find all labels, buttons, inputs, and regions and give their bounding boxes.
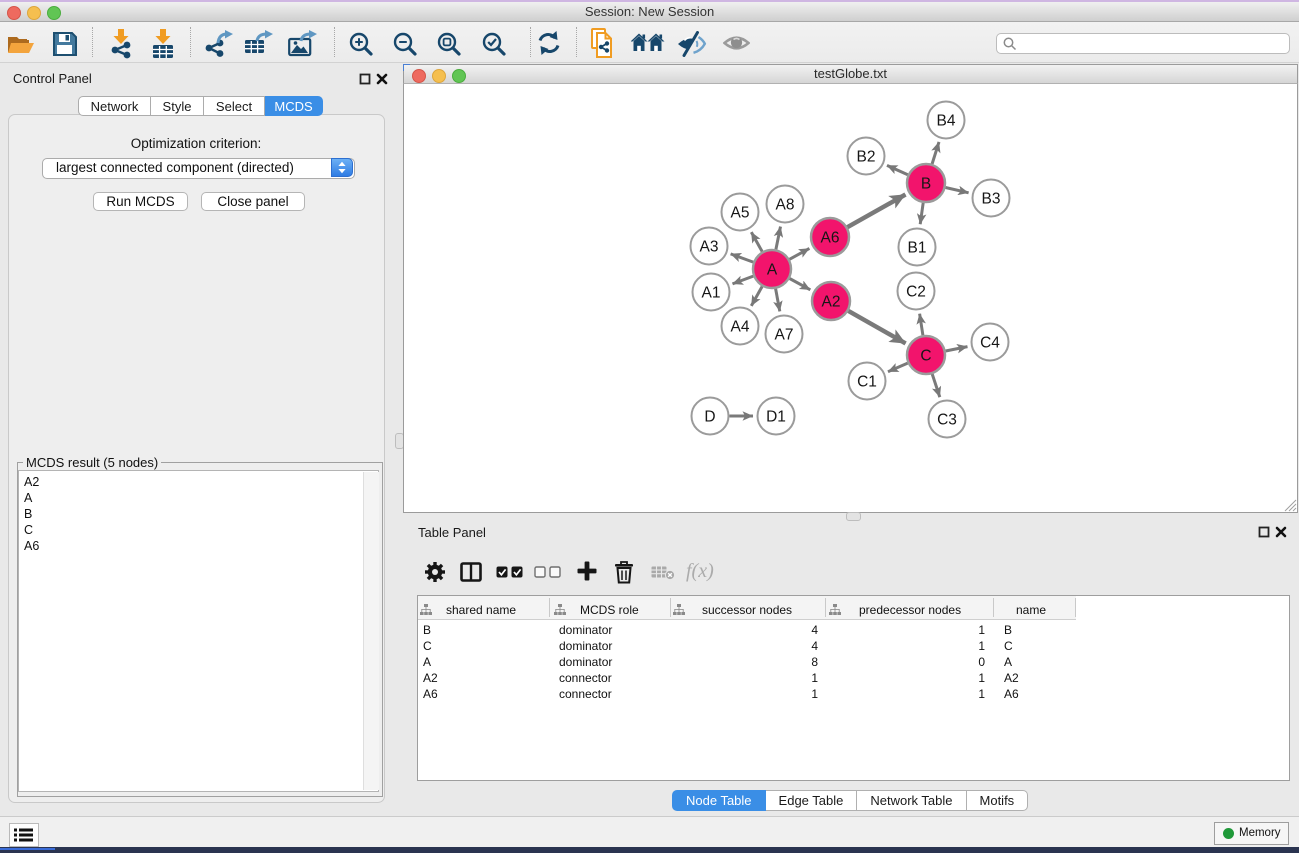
svg-text:C3: C3 [937, 412, 957, 429]
svg-text:C2: C2 [906, 284, 926, 301]
svg-text:A6: A6 [821, 230, 840, 247]
svg-text:C1: C1 [857, 374, 877, 391]
svg-text:A1: A1 [702, 285, 721, 302]
svg-text:B: B [921, 176, 931, 193]
svg-text:A4: A4 [731, 319, 750, 336]
svg-text:A2: A2 [822, 294, 841, 311]
svg-text:A3: A3 [700, 239, 719, 256]
svg-text:A5: A5 [731, 205, 750, 222]
svg-text:C4: C4 [980, 335, 1000, 352]
svg-text:A7: A7 [775, 327, 794, 344]
svg-text:B1: B1 [908, 240, 927, 257]
svg-text:A: A [767, 262, 778, 279]
svg-text:D1: D1 [766, 409, 786, 426]
svg-text:B4: B4 [937, 113, 956, 130]
svg-text:B3: B3 [982, 191, 1001, 208]
svg-text:B2: B2 [857, 149, 876, 166]
svg-text:A8: A8 [776, 197, 795, 214]
svg-text:C: C [920, 348, 931, 365]
svg-text:D: D [704, 409, 715, 426]
